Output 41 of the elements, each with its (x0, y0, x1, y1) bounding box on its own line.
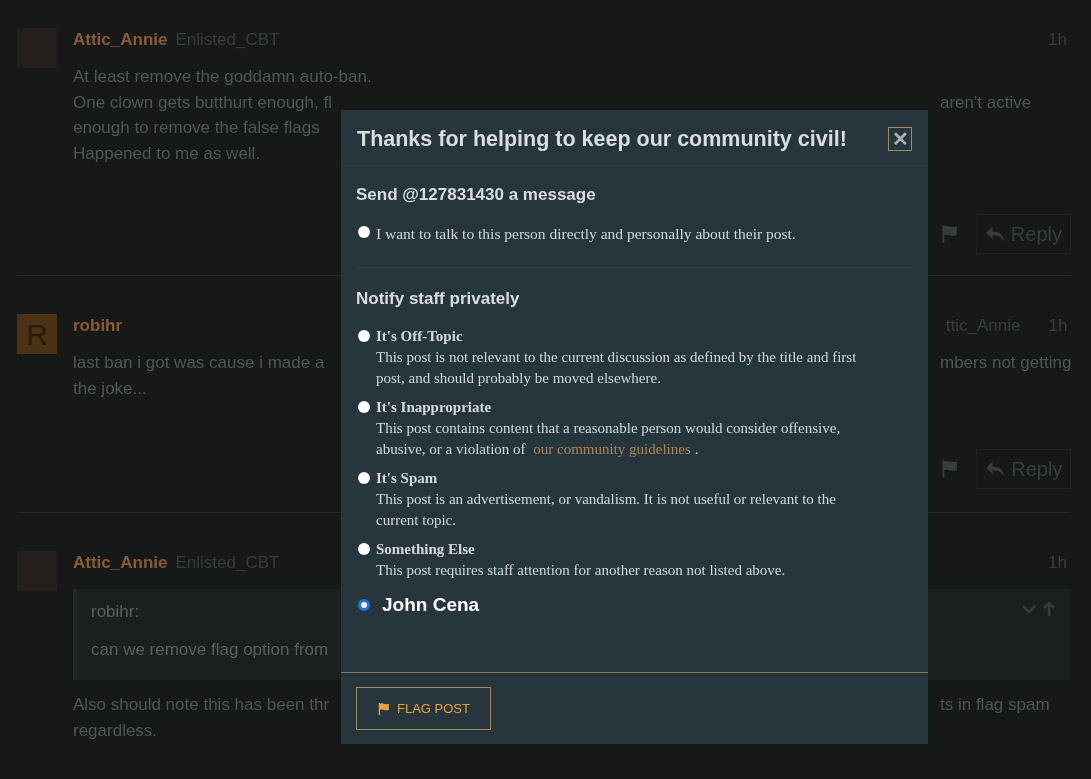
flag-icon (377, 701, 391, 716)
post-text: Also should note this has been thr (73, 695, 330, 714)
reply-arrow-icon (984, 224, 1005, 244)
post-text: regardless. (73, 720, 158, 740)
username[interactable]: Attic_Annie (73, 550, 168, 576)
post-text: At least remove the goddamn auto-ban. (73, 67, 372, 86)
post-text: enough to remove the false flags (73, 118, 320, 137)
quote-text: can we remove flag option from (91, 638, 329, 661)
radio-button[interactable] (358, 471, 370, 484)
option-label: John Cena (382, 592, 480, 617)
option-label: I want to talk to this person directly and personally about their post. (376, 223, 796, 244)
post-text: mbers not getting (940, 353, 1072, 372)
option-title: It's Off-Topic (376, 326, 464, 346)
close-button[interactable]: ✕ (888, 127, 912, 152)
option-title: It's Spam (376, 468, 439, 488)
radio-button[interactable] (358, 400, 370, 413)
username[interactable]: Attic_Annie (73, 27, 168, 53)
option-description: This post requires staff attention for another reason not listed above. (376, 560, 787, 580)
option-title: Something Else (376, 539, 476, 559)
option-description: This post is an advertisement, or vandalism. It is not useful or relevant to the current topic. (376, 489, 837, 530)
reply-arrow-icon (985, 459, 1006, 479)
section-heading: Send @127831430 a message (356, 184, 597, 207)
quote-author: robihr: (91, 601, 140, 623)
guidelines-link[interactable]: our community guidelines (533, 440, 691, 457)
username[interactable]: robihr (73, 313, 123, 339)
section-heading: Notify staff privately (356, 288, 521, 310)
post-text: Happened to me as well. (73, 143, 261, 163)
post-text: the joke... (73, 378, 147, 398)
dialog-title: Thanks for helping to keep our community civil! (357, 126, 847, 153)
arrow-up-icon (1041, 601, 1057, 617)
post-text: aren't active (940, 92, 1032, 112)
radio-button[interactable] (358, 329, 370, 342)
radio-button[interactable] (358, 225, 370, 238)
radio-button[interactable] (358, 598, 370, 611)
option-description: This post is not relevant to the current discussion as defined by the title and first post, and should probably be moved elsewhere. (376, 347, 858, 388)
post-text: One clown gets butthurt enough, fl (73, 92, 332, 112)
post-text: ts in flag spam (940, 695, 1050, 714)
option-description: This post contains content that a reasonable person would consider offensive, abusive, or a violation of our community guidelines . (376, 418, 842, 459)
flag-post-button[interactable]: FLAG POST (356, 687, 491, 730)
option-title: It's Inappropriate (376, 397, 493, 417)
radio-button[interactable] (358, 542, 370, 555)
